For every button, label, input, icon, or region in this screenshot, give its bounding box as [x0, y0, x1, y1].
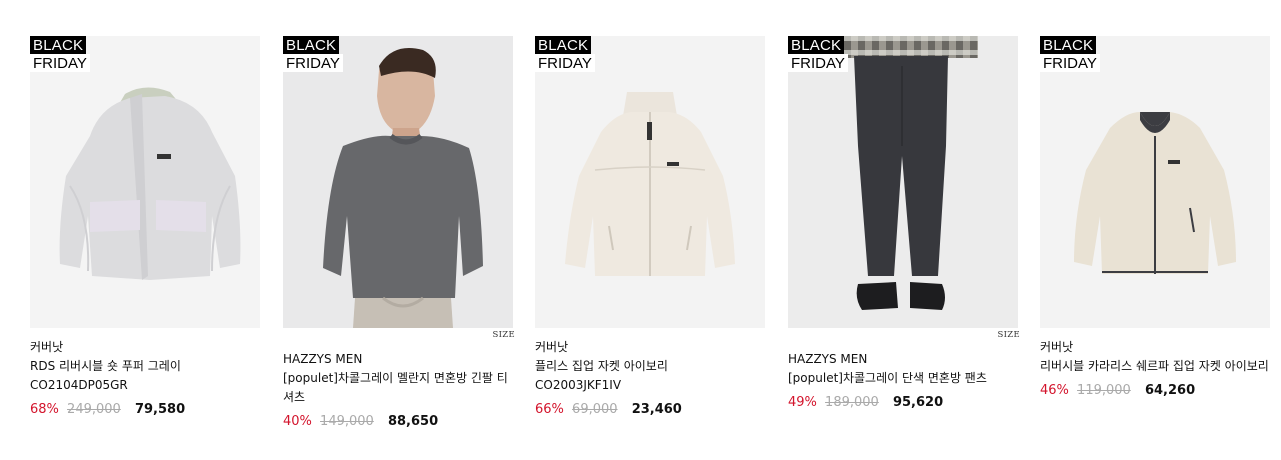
original-price: 149,000 — [320, 414, 374, 429]
product-card[interactable]: BLACK FRIDAY 커버낫 플리스 집업 자켓 아이보리 CO2003JK… — [535, 36, 765, 419]
product-brand: 커버낫 — [535, 340, 569, 354]
discount-rate: 49% — [788, 395, 817, 410]
badge-line-1: BLACK — [788, 36, 845, 54]
badge-line-1: BLACK — [30, 36, 87, 54]
original-price: 249,000 — [67, 402, 121, 417]
product-brand: 커버낫 — [30, 340, 64, 354]
discount-rate: 46% — [1040, 383, 1069, 398]
sale-price: 23,460 — [631, 402, 682, 417]
price-row: 46% 119,000 64,260 — [1040, 381, 1270, 400]
product-code: CO2003JKF1IV — [535, 378, 622, 392]
original-price: 119,000 — [1077, 383, 1131, 398]
puffer-jacket-image — [30, 36, 260, 328]
product-image[interactable]: BLACK FRIDAY — [1040, 36, 1270, 328]
product-card[interactable]: BLACK FRIDAY SIZE HAZZYS MEN [populet]차콜… — [788, 36, 1021, 412]
sale-price: 64,260 — [1144, 383, 1196, 398]
product-name[interactable]: [populet]차콜그레이 단색 면혼방 팬츠 — [788, 369, 1018, 388]
price-row: 68% 249,000 79,580 — [30, 400, 260, 419]
size-label[interactable]: SIZE — [998, 330, 1021, 340]
product-card[interactable]: BLACK FRIDAY SIZE HAZZYS MEN [populet]차콜… — [283, 36, 516, 431]
product-name[interactable]: 리버시블 카라리스 쉐르파 집업 자켓 아이보리 — [1040, 357, 1270, 376]
product-card[interactable]: BLACK FRIDAY 커버낫 리버시블 카라리스 쉐르파 집업 자켓 아이보… — [1040, 36, 1270, 400]
badge-line-1: BLACK — [1040, 36, 1097, 54]
sweatshirt-model-image — [283, 36, 513, 328]
black-friday-badge: BLACK FRIDAY — [283, 36, 343, 72]
discount-rate: 40% — [283, 414, 312, 429]
price-row: 49% 189,000 95,620 — [788, 393, 1018, 412]
pants-model-image — [788, 36, 1018, 328]
original-price: 69,000 — [572, 402, 618, 417]
badge-line-1: BLACK — [283, 36, 340, 54]
sale-price: 79,580 — [134, 402, 186, 417]
product-code: CO2104DP05GR — [30, 378, 128, 392]
badge-line-2: FRIDAY — [788, 54, 848, 72]
original-price: 189,000 — [825, 395, 879, 410]
product-brand: 커버낫 — [1040, 340, 1074, 354]
sale-price: 88,650 — [387, 414, 439, 429]
sale-price: 95,620 — [892, 395, 944, 410]
product-image[interactable]: BLACK FRIDAY — [283, 36, 513, 328]
size-label[interactable]: SIZE — [493, 330, 516, 340]
product-name[interactable]: RDS 리버시블 숏 푸퍼 그레이 — [30, 357, 260, 376]
discount-rate: 66% — [535, 402, 564, 417]
product-image[interactable]: BLACK FRIDAY — [30, 36, 260, 328]
sherpa-jacket-image — [1040, 36, 1270, 328]
black-friday-badge: BLACK FRIDAY — [30, 36, 90, 72]
badge-line-2: FRIDAY — [283, 54, 343, 72]
black-friday-badge: BLACK FRIDAY — [788, 36, 848, 72]
product-brand: HAZZYS MEN — [788, 352, 868, 366]
product-image[interactable]: BLACK FRIDAY — [788, 36, 1018, 328]
discount-rate: 68% — [30, 402, 59, 417]
product-grid: BLACK FRIDAY 커버낫 RDS 리버시블 숏 푸퍼 그레이 CO210… — [0, 0, 1281, 460]
product-brand: HAZZYS MEN — [283, 352, 363, 366]
price-row: 66% 69,000 23,460 — [535, 400, 765, 419]
product-name[interactable]: 플리스 집업 자켓 아이보리 — [535, 357, 765, 376]
fleece-jacket-image — [535, 36, 765, 328]
badge-line-2: FRIDAY — [535, 54, 595, 72]
badge-line-2: FRIDAY — [30, 54, 90, 72]
black-friday-badge: BLACK FRIDAY — [535, 36, 595, 72]
badge-line-1: BLACK — [535, 36, 592, 54]
product-card[interactable]: BLACK FRIDAY 커버낫 RDS 리버시블 숏 푸퍼 그레이 CO210… — [30, 36, 260, 419]
price-row: 40% 149,000 88,650 — [283, 412, 513, 431]
product-name[interactable]: [populet]차콜그레이 멜란지 면혼방 긴팔 티셔츠 — [283, 369, 513, 407]
black-friday-badge: BLACK FRIDAY — [1040, 36, 1100, 72]
badge-line-2: FRIDAY — [1040, 54, 1100, 72]
product-image[interactable]: BLACK FRIDAY — [535, 36, 765, 328]
